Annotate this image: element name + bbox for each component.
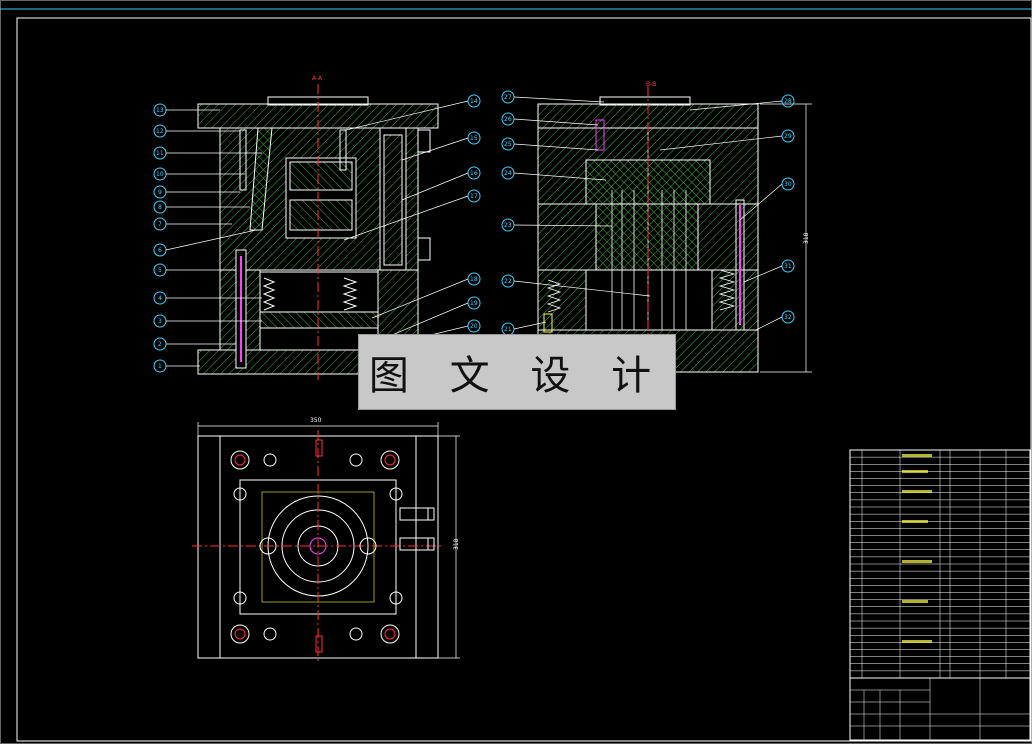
plan-height-dimension: 318 bbox=[453, 538, 460, 550]
balloon-31: 31 bbox=[784, 263, 792, 270]
balloon-30: 30 bbox=[784, 181, 792, 188]
balloon-29: 29 bbox=[784, 133, 792, 140]
bom-table bbox=[849, 449, 1031, 741]
balloon-26: 26 bbox=[504, 116, 512, 123]
plan-width-dimension: 350 bbox=[310, 417, 322, 424]
balloon-23: 23 bbox=[504, 222, 512, 229]
balloon-5: 5 bbox=[158, 267, 162, 274]
plan-view: 350 318 bbox=[192, 417, 460, 664]
left-section-label: A-A bbox=[312, 75, 323, 82]
balloon-10: 10 bbox=[156, 171, 164, 178]
balloon-8: 8 bbox=[158, 204, 162, 211]
balloon-20: 20 bbox=[470, 323, 478, 330]
balloon-12: 12 bbox=[156, 128, 164, 135]
height-dimension: 318 bbox=[803, 232, 810, 244]
balloon-21: 21 bbox=[504, 326, 512, 333]
balloon-7: 7 bbox=[158, 221, 162, 228]
watermark-banner: 图 文 设 计 bbox=[358, 334, 676, 410]
balloon-6: 6 bbox=[158, 247, 162, 254]
balloon-18: 18 bbox=[470, 276, 478, 283]
balloon-24: 24 bbox=[504, 170, 512, 177]
balloon-14: 14 bbox=[470, 98, 478, 105]
balloon-2: 2 bbox=[158, 341, 162, 348]
balloon-25: 25 bbox=[504, 141, 512, 148]
balloon-22: 22 bbox=[504, 278, 512, 285]
balloon-3: 3 bbox=[158, 318, 162, 325]
balloon-16: 16 bbox=[470, 170, 478, 177]
balloon-19: 19 bbox=[470, 300, 478, 307]
balloon-1: 1 bbox=[158, 363, 162, 370]
balloon-17: 17 bbox=[470, 193, 478, 200]
balloon-4: 4 bbox=[158, 295, 162, 302]
balloon-11: 11 bbox=[156, 150, 164, 157]
balloon-15: 15 bbox=[470, 135, 478, 142]
balloon-27: 27 bbox=[504, 94, 512, 101]
balloon-9: 9 bbox=[158, 189, 162, 196]
balloon-13: 13 bbox=[156, 107, 164, 114]
balloon-32: 32 bbox=[784, 314, 792, 321]
balloon-28: 28 bbox=[784, 98, 792, 105]
